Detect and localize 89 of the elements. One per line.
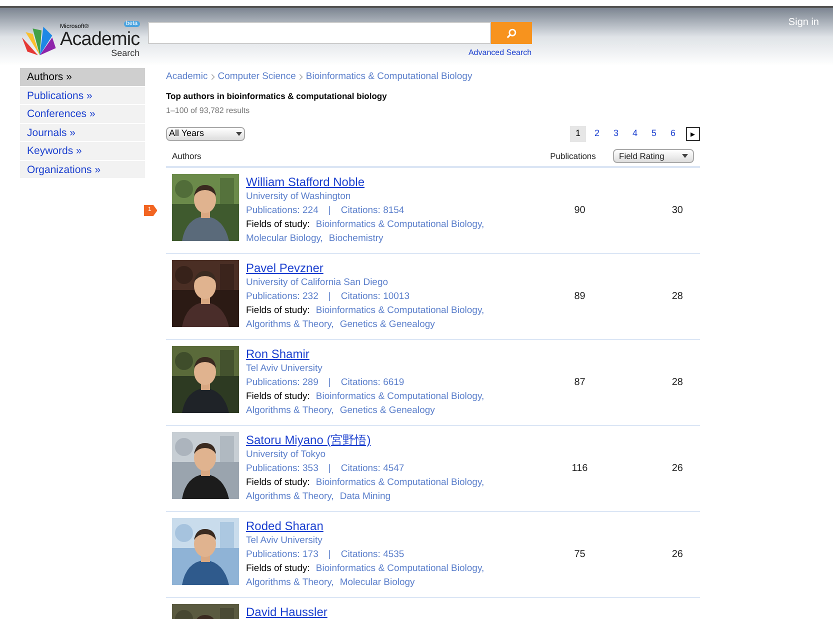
search-icon <box>506 28 517 38</box>
publications-count: 75 <box>573 548 586 562</box>
field-rating: 30 <box>670 204 684 218</box>
publications-stat: Publications: 353 <box>246 462 318 476</box>
page-link[interactable]: 4 <box>627 126 643 142</box>
result-count: 1–100 of 93,782 results <box>166 105 251 117</box>
author-name-link[interactable]: David Haussler <box>246 604 328 619</box>
affiliation-text: Tel Aviv University <box>246 534 322 548</box>
column-header: Publications <box>549 150 597 162</box>
publications-stat: Publications: 224 <box>246 204 318 218</box>
publications-stat: Publications: 289 <box>246 376 318 390</box>
field-rating: 26 <box>670 462 684 476</box>
field-rating: 28 <box>670 290 684 304</box>
affiliation-text: University of Tokyo <box>246 448 326 462</box>
publications-count: 89 <box>573 290 586 304</box>
sidebar-item[interactable]: Keywords » <box>20 142 145 160</box>
field-link[interactable]: Molecular Biology, <box>246 232 323 246</box>
publications-count: 90 <box>573 204 586 218</box>
sidebar-item[interactable]: Conferences » <box>20 105 145 124</box>
breadcrumb-link[interactable]: Computer Science <box>218 70 296 84</box>
page-link[interactable]: 1 <box>570 126 586 142</box>
field-rating: 28 <box>670 376 684 390</box>
breadcrumb-link[interactable]: Academic <box>166 70 208 84</box>
field-rating-dropdown[interactable]: Field Rating <box>613 149 694 163</box>
book-logo-icon <box>20 24 56 56</box>
caret-icon <box>682 154 688 158</box>
citations-stat: Citations: 4535 <box>340 548 404 562</box>
field-rating: 26 <box>670 548 684 562</box>
sidebar-item[interactable]: Publications » <box>20 86 145 105</box>
sidebar-item[interactable]: Organizations » <box>20 160 145 179</box>
breadcrumb-link[interactable]: Bioinformatics & Computational Biology <box>306 70 472 84</box>
fields-label: Fields of study: <box>246 562 310 576</box>
page-heading: Top authors in bioinformatics & computational biology <box>166 90 388 103</box>
page-link[interactable]: 2 <box>589 126 605 142</box>
field-link[interactable]: Data Mining <box>340 490 391 504</box>
field-link[interactable]: Genetics & Genealogy <box>340 404 435 418</box>
chevron-right-icon <box>298 73 303 82</box>
field-link[interactable]: Bioinformatics & Computational Biology, <box>316 218 484 232</box>
field-link[interactable]: Algorithms & Theory, <box>246 404 334 418</box>
sidebar-item[interactable]: Authors » <box>20 68 145 86</box>
author-name-link[interactable]: Satoru Miyano (宮野悟) <box>246 432 371 448</box>
page-link[interactable]: 5 <box>646 126 662 142</box>
separator-text: | <box>328 290 331 304</box>
author-name-link[interactable]: Ron Shamir <box>246 346 310 362</box>
citations-stat: Citations: 10013 <box>340 290 410 304</box>
separator-text: | <box>328 548 331 562</box>
field-link[interactable]: Bioinformatics & Computational Biology, <box>316 390 484 404</box>
fields-label: Fields of study: <box>246 304 310 318</box>
field-link[interactable]: Bioinformatics & Computational Biology, <box>316 304 484 318</box>
fields-label: Fields of study: <box>246 390 310 404</box>
caret-icon <box>236 132 242 136</box>
logo-subtitle: Search <box>111 48 140 58</box>
sidebar-item[interactable]: Journals » <box>20 124 145 142</box>
logo-name: Academic <box>60 30 140 48</box>
column-header: Authors <box>171 150 202 162</box>
field-link[interactable]: Algorithms & Theory, <box>246 490 334 504</box>
publications-stat: Publications: 173 <box>246 548 318 562</box>
separator-text: | <box>328 462 331 476</box>
publications-count: 87 <box>573 376 586 390</box>
advanced-search-link[interactable]: Advanced Search <box>468 47 532 59</box>
search-button[interactable] <box>490 22 532 44</box>
publications-stat: Publications: 232 <box>246 290 318 304</box>
field-link[interactable]: Bioinformatics & Computational Biology, <box>316 562 484 576</box>
next-page-button[interactable]: ▸ <box>686 127 700 141</box>
field-link[interactable]: Genetics & Genealogy <box>340 318 435 332</box>
search-field[interactable] <box>148 22 491 44</box>
fields-label: Fields of study: <box>246 476 310 490</box>
separator-text: | <box>328 376 331 390</box>
affiliation-text: University of California San Diego <box>246 276 388 290</box>
field-link[interactable]: Algorithms & Theory, <box>246 576 334 590</box>
separator-text: | <box>328 204 331 218</box>
affiliation-text: University of Washington <box>246 190 351 204</box>
fields-label: Fields of study: <box>246 218 310 232</box>
author-name-link[interactable]: Roded Sharan <box>246 518 324 534</box>
author-name-link[interactable]: Pavel Pevzner <box>246 260 324 276</box>
field-link[interactable]: Bioinformatics & Computational Biology, <box>316 476 484 490</box>
field-link[interactable]: Algorithms & Theory, <box>246 318 334 332</box>
chevron-right-icon <box>210 73 215 82</box>
field-link[interactable]: Biochemistry <box>328 232 384 246</box>
citations-stat: Citations: 4547 <box>340 462 404 476</box>
citations-stat: Citations: 8154 <box>340 204 404 218</box>
year-dropdown[interactable]: All Years <box>166 127 245 141</box>
field-link[interactable]: Molecular Biology <box>340 576 415 590</box>
publications-count: 116 <box>570 462 589 476</box>
author-name-link[interactable]: William Stafford Noble <box>246 174 364 190</box>
page-link[interactable]: 6 <box>665 126 681 142</box>
citations-stat: Citations: 6619 <box>340 376 404 390</box>
affiliation-text: Tel Aviv University <box>246 362 322 376</box>
page-link[interactable]: 3 <box>608 126 624 142</box>
